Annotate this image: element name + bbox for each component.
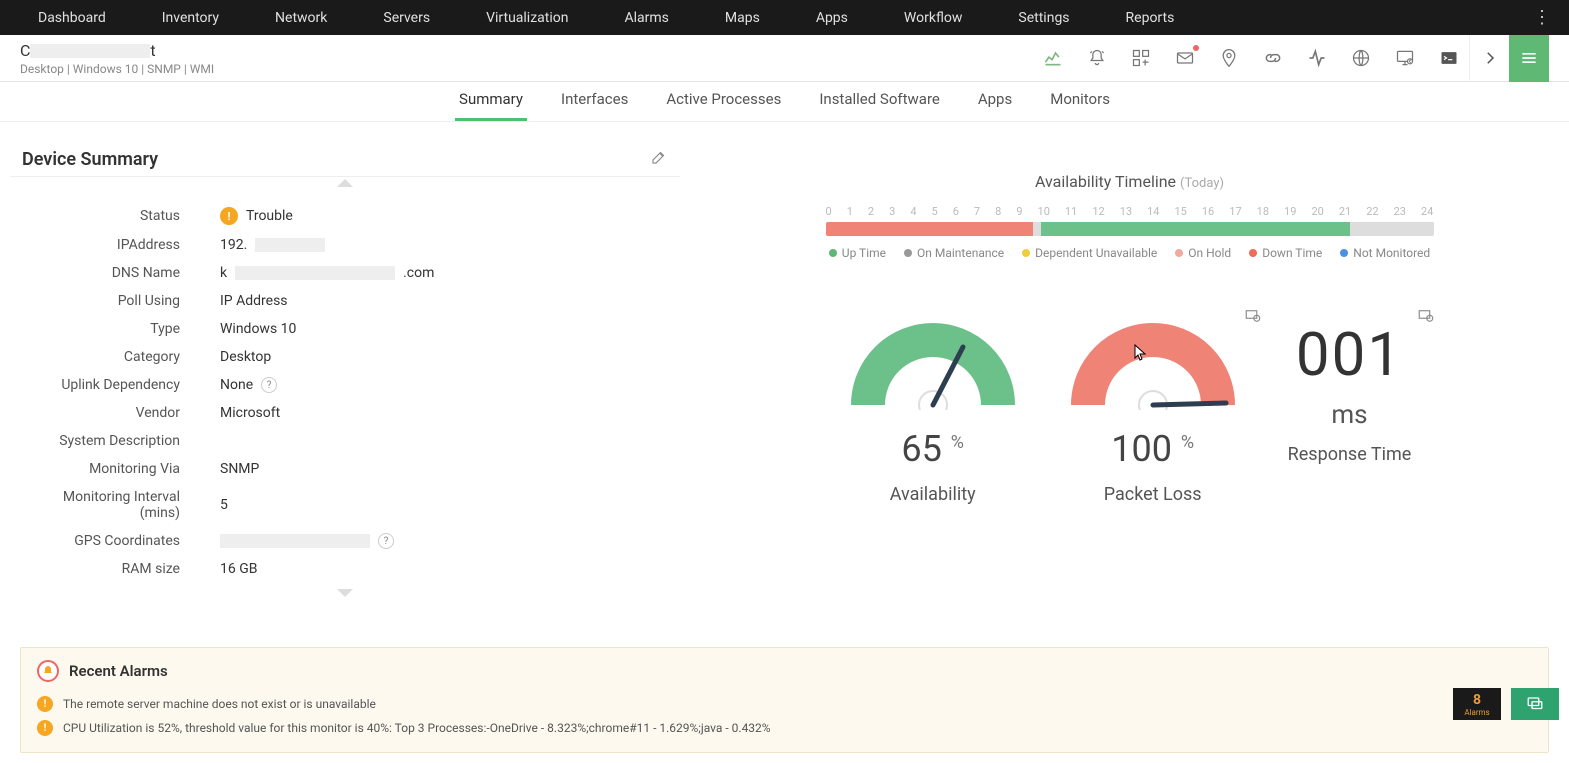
- label-gps: GPS Coordinates: [30, 533, 220, 549]
- mail-icon[interactable]: [1165, 43, 1205, 73]
- responsetime-settings-icon[interactable]: [1417, 307, 1435, 329]
- nav-dashboard[interactable]: Dashboard: [10, 0, 134, 35]
- value-moninterval: 5: [220, 497, 228, 513]
- top-nav: Dashboard Inventory Network Servers Virt…: [0, 0, 1569, 35]
- status-badge-icon: !: [220, 207, 238, 225]
- alarm-row[interactable]: !CPU Utilization is 52%, threshold value…: [37, 716, 1532, 740]
- alarms-counter-badge[interactable]: 8 Alarms: [1453, 688, 1501, 720]
- label-status: Status: [30, 208, 220, 224]
- activity-icon[interactable]: [1297, 43, 1337, 73]
- availability-timeline: Availability Timeline (Today) 0123456789…: [700, 172, 1559, 260]
- label-ip: IPAddress: [30, 237, 220, 253]
- nav-workflow[interactable]: Workflow: [876, 0, 991, 35]
- recent-alarms-panel: Recent Alarms !The remote server machine…: [20, 647, 1549, 753]
- timeline-title: Availability Timeline: [1035, 172, 1176, 191]
- label-dns: DNS Name: [30, 265, 220, 281]
- timeline-subtitle: (Today): [1180, 176, 1224, 191]
- nav-settings[interactable]: Settings: [990, 0, 1097, 35]
- label-monvia: Monitoring Via: [30, 461, 220, 477]
- value-poll: IP Address: [220, 293, 288, 309]
- nav-maps[interactable]: Maps: [697, 0, 788, 35]
- label-ram: RAM size: [30, 561, 220, 577]
- next-arrow-icon[interactable]: [1469, 35, 1509, 82]
- value-vendor: Microsoft: [220, 405, 280, 421]
- help-icon[interactable]: ?: [378, 533, 394, 549]
- packetloss-settings-icon[interactable]: [1244, 307, 1262, 329]
- responsetime-unit: ms: [1288, 400, 1412, 430]
- edit-icon[interactable]: [650, 148, 668, 170]
- nav-servers[interactable]: Servers: [355, 0, 458, 35]
- widget-icon[interactable]: [1121, 43, 1161, 73]
- alarm-severity-icon: !: [37, 696, 53, 712]
- nav-reports[interactable]: Reports: [1098, 0, 1203, 35]
- nav-network[interactable]: Network: [247, 0, 355, 35]
- label-type: Type: [30, 321, 220, 337]
- availability-label: Availability: [848, 484, 1018, 505]
- device-name: Ct: [20, 41, 1033, 60]
- label-category: Category: [30, 349, 220, 365]
- recent-alarms-title: Recent Alarms: [69, 662, 168, 680]
- chat-badge[interactable]: [1511, 688, 1559, 720]
- bell-icon[interactable]: [1077, 43, 1117, 73]
- availability-value: 65: [901, 428, 941, 470]
- chart-icon[interactable]: [1033, 43, 1073, 73]
- help-icon[interactable]: ?: [261, 377, 277, 393]
- hamburger-menu-icon[interactable]: [1509, 35, 1549, 82]
- location-icon[interactable]: [1209, 43, 1249, 73]
- nav-virtualization[interactable]: Virtualization: [458, 0, 596, 35]
- label-moninterval: Monitoring Interval (mins): [30, 489, 220, 521]
- gauge-responsetime: 001 ms Response Time: [1288, 315, 1412, 465]
- device-meta: Desktop | Windows 10 | SNMP | WMI: [20, 62, 1033, 76]
- tab-active-processes[interactable]: Active Processes: [662, 90, 785, 121]
- more-menu-icon[interactable]: ⋮: [1525, 7, 1559, 28]
- tab-apps[interactable]: Apps: [974, 90, 1016, 121]
- value-type: Windows 10: [220, 321, 296, 337]
- terminal-icon[interactable]: [1429, 43, 1469, 73]
- timeline-legend: Up Time On Maintenance Dependent Unavail…: [700, 246, 1559, 260]
- value-category: Desktop: [220, 349, 271, 365]
- tab-installed-software[interactable]: Installed Software: [815, 90, 944, 121]
- gauge-availability: 65 % Availability: [848, 315, 1018, 505]
- device-summary-title: Device Summary: [22, 149, 650, 170]
- globe-icon[interactable]: [1341, 43, 1381, 73]
- device-header: Ct Desktop | Windows 10 | SNMP | WMI: [0, 35, 1569, 82]
- packetloss-label: Packet Loss: [1068, 484, 1238, 505]
- device-summary-card: Device Summary Status!Trouble IPAddress1…: [10, 142, 680, 617]
- label-vendor: Vendor: [30, 405, 220, 421]
- collapse-up-icon[interactable]: [337, 179, 353, 187]
- alarm-row[interactable]: !The remote server machine does not exis…: [37, 692, 1532, 716]
- label-sysdesc: System Description: [30, 433, 220, 449]
- monitor-icon[interactable]: [1385, 43, 1425, 73]
- alarm-severity-icon: !: [37, 720, 53, 736]
- expand-down-icon[interactable]: [337, 589, 353, 597]
- tab-interfaces[interactable]: Interfaces: [557, 90, 632, 121]
- link-icon[interactable]: [1253, 43, 1293, 73]
- timeline-hours: 0123456789101112131415161718192021222324: [826, 205, 1434, 218]
- responsetime-label: Response Time: [1288, 444, 1412, 465]
- value-ram: 16 GB: [220, 561, 257, 577]
- responsetime-value: 001: [1288, 319, 1412, 390]
- value-dns: k.com: [220, 265, 434, 281]
- nav-inventory[interactable]: Inventory: [134, 0, 247, 35]
- value-ip: 192.: [220, 237, 325, 253]
- alarms-bell-icon: [37, 660, 59, 682]
- tab-monitors[interactable]: Monitors: [1046, 90, 1114, 121]
- value-monvia: SNMP: [220, 461, 259, 477]
- tab-summary[interactable]: Summary: [455, 90, 527, 121]
- label-poll: Poll Using: [30, 293, 220, 309]
- label-uplink: Uplink Dependency: [30, 377, 220, 393]
- value-gps: [220, 534, 370, 548]
- nav-apps[interactable]: Apps: [788, 0, 876, 35]
- timeline-bar: [826, 222, 1434, 236]
- value-uplink: None: [220, 377, 253, 393]
- device-tabs: Summary Interfaces Active Processes Inst…: [0, 82, 1569, 122]
- packetloss-value: 100: [1111, 428, 1172, 470]
- nav-alarms[interactable]: Alarms: [596, 0, 696, 35]
- value-status: Trouble: [246, 208, 293, 224]
- gauge-packetloss: 100 % Packet Loss: [1068, 315, 1238, 505]
